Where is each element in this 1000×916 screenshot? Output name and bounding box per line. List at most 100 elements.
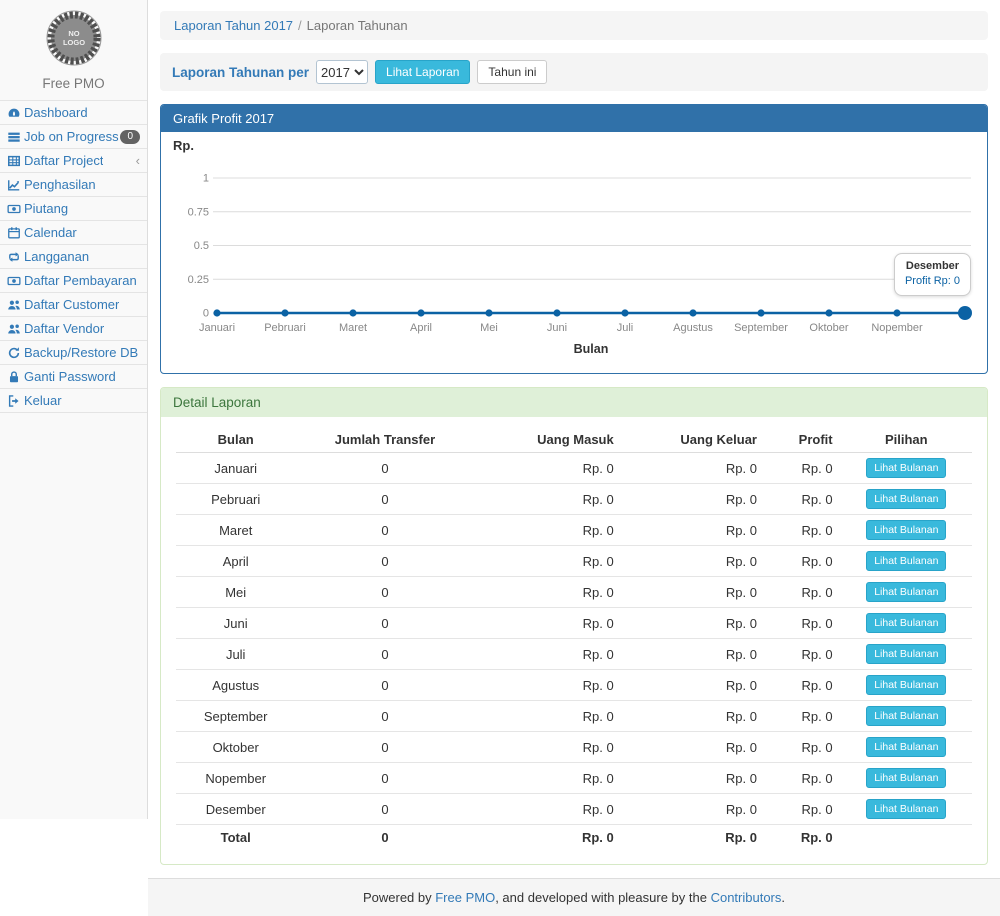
sidebar-item-keluar[interactable]: Keluar [0, 389, 147, 413]
cell-uang_keluar: Rp. 0 [622, 732, 765, 763]
sidebar-item-ganti-password[interactable]: Ganti Password [0, 365, 147, 389]
total-label: Total [176, 825, 295, 851]
sidebar-item-job-on-progress[interactable]: Job on Progress0 [0, 125, 147, 149]
profit-line-chart: 10.750.50.250JanuariPebruariMaretAprilMe… [169, 154, 979, 364]
sidebar-item-backup-restore-db[interactable]: Backup/Restore DB [0, 341, 147, 365]
sidebar-item-langganan[interactable]: Langganan [0, 245, 147, 269]
cell-profit: Rp. 0 [765, 763, 841, 794]
report-table: Bulan Jumlah Transfer Uang Masuk Uang Ke… [176, 427, 972, 850]
sidebar-item-label: Dashboard [24, 105, 88, 120]
cell-bulan: Maret [176, 515, 295, 546]
cell-pilihan: Lihat Bulanan [841, 670, 972, 701]
lihat-bulanan-button[interactable]: Lihat Bulanan [866, 737, 946, 757]
lock-icon [7, 369, 24, 384]
breadcrumb-link-laporan-tahun[interactable]: Laporan Tahun 2017 [174, 18, 293, 33]
table-row-nopember: Nopember0Rp. 0Rp. 0Rp. 0Lihat Bulanan [176, 763, 972, 794]
total-action-empty [841, 825, 972, 851]
chart-point-januari[interactable] [213, 309, 220, 316]
lihat-bulanan-button[interactable]: Lihat Bulanan [866, 613, 946, 633]
contributors-link[interactable]: Contributors [711, 890, 782, 905]
table-row-oktober: Oktober0Rp. 0Rp. 0Rp. 0Lihat Bulanan [176, 732, 972, 763]
total-profit: Rp. 0 [765, 825, 841, 851]
chart-tooltip: Desember Profit Rp: 0 [894, 253, 971, 296]
chart-y-axis-label: Rp. [169, 138, 979, 154]
cell-uang_keluar: Rp. 0 [622, 515, 765, 546]
sidebar-item-calendar[interactable]: Calendar [0, 221, 147, 245]
users-icon [7, 321, 24, 336]
x-tick-label: Agustus [673, 322, 713, 334]
profit-chart-panel: Grafik Profit 2017 Rp. 10.750.50.250Janu… [160, 104, 988, 374]
column-header-bulan: Bulan [176, 427, 295, 453]
footer-text-suffix: . [781, 890, 785, 905]
cell-uang_masuk: Rp. 0 [474, 515, 621, 546]
table-row-desember: Desember0Rp. 0Rp. 0Rp. 0Lihat Bulanan [176, 794, 972, 825]
chart-point-mei[interactable] [485, 309, 492, 316]
cell-pilihan: Lihat Bulanan [841, 484, 972, 515]
table-row-pebruari: Pebruari0Rp. 0Rp. 0Rp. 0Lihat Bulanan [176, 484, 972, 515]
cell-uang_keluar: Rp. 0 [622, 670, 765, 701]
chart-point-september[interactable] [757, 309, 764, 316]
cell-uang_masuk: Rp. 0 [474, 453, 621, 484]
lihat-laporan-button[interactable]: Lihat Laporan [375, 60, 470, 84]
chart-point-pebruari[interactable] [281, 309, 288, 316]
chart-point-juli[interactable] [621, 309, 628, 316]
chart-x-axis-label: Bulan [574, 342, 609, 356]
cell-profit: Rp. 0 [765, 546, 841, 577]
cell-profit: Rp. 0 [765, 577, 841, 608]
y-tick-label: 0.75 [188, 206, 209, 218]
lihat-bulanan-button[interactable]: Lihat Bulanan [866, 768, 946, 788]
y-tick-label: 0.5 [194, 240, 209, 252]
report-filter-bar: Laporan Tahunan per 2017 Lihat Laporan T… [160, 53, 988, 91]
cell-pilihan: Lihat Bulanan [841, 577, 972, 608]
lihat-bulanan-button[interactable]: Lihat Bulanan [866, 706, 946, 726]
chart-point-juni[interactable] [553, 309, 560, 316]
column-header-profit: Profit [765, 427, 841, 453]
sidebar-item-label: Daftar Vendor [24, 321, 104, 336]
cell-pilihan: Lihat Bulanan [841, 608, 972, 639]
table-row-januari: Januari0Rp. 0Rp. 0Rp. 0Lihat Bulanan [176, 453, 972, 484]
lihat-bulanan-button[interactable]: Lihat Bulanan [866, 551, 946, 571]
chart-point-maret[interactable] [349, 309, 356, 316]
sidebar-item-daftar-pembayaran[interactable]: Daftar Pembayaran [0, 269, 147, 293]
sidebar-item-daftar-customer[interactable]: Daftar Customer [0, 293, 147, 317]
sidebar-item-penghasilan[interactable]: Penghasilan [0, 173, 147, 197]
no-logo-image: NO LOGO [44, 8, 104, 68]
cell-jumlah_transfer: 0 [295, 794, 474, 825]
lihat-bulanan-button[interactable]: Lihat Bulanan [866, 582, 946, 602]
lihat-bulanan-button[interactable]: Lihat Bulanan [866, 489, 946, 509]
sidebar-item-label: Daftar Project [24, 153, 103, 168]
free-pmo-link[interactable]: Free PMO [435, 890, 495, 905]
sidebar-item-piutang[interactable]: Piutang [0, 197, 147, 221]
sidebar-item-daftar-vendor[interactable]: Daftar Vendor [0, 317, 147, 341]
chart-point-agustus[interactable] [689, 309, 696, 316]
chart-tooltip-value: Profit Rp: 0 [905, 274, 960, 289]
lihat-bulanan-button[interactable]: Lihat Bulanan [866, 644, 946, 664]
cell-pilihan: Lihat Bulanan [841, 701, 972, 732]
chart-point-april[interactable] [417, 309, 424, 316]
lihat-bulanan-button[interactable]: Lihat Bulanan [866, 675, 946, 695]
cell-bulan: Pebruari [176, 484, 295, 515]
table-row-juni: Juni0Rp. 0Rp. 0Rp. 0Lihat Bulanan [176, 608, 972, 639]
calendar-icon [7, 225, 24, 240]
lihat-bulanan-button[interactable]: Lihat Bulanan [866, 458, 946, 478]
cell-jumlah_transfer: 0 [295, 577, 474, 608]
chart-point-nopember[interactable] [893, 309, 900, 316]
footer-text-middle: , and developed with pleasure by the [495, 890, 710, 905]
chart-point-desember[interactable] [958, 306, 972, 320]
sidebar-item-dashboard[interactable]: Dashboard [0, 101, 147, 125]
lihat-bulanan-button[interactable]: Lihat Bulanan [866, 520, 946, 540]
lihat-bulanan-button[interactable]: Lihat Bulanan [866, 799, 946, 819]
y-tick-label: 1 [203, 173, 209, 185]
sidebar-item-label: Backup/Restore DB [24, 345, 138, 360]
tasks-icon [7, 129, 24, 144]
sidebar-item-daftar-project[interactable]: Daftar Project‹ [0, 149, 147, 173]
year-select[interactable]: 2017 [316, 60, 368, 84]
chart-point-oktober[interactable] [825, 309, 832, 316]
tahun-ini-button[interactable]: Tahun ini [477, 60, 547, 84]
cell-uang_keluar: Rp. 0 [622, 546, 765, 577]
sidebar-nav: Dashboard Job on Progress0Daftar Project‹… [0, 100, 147, 413]
filter-label: Laporan Tahunan per [172, 65, 309, 80]
cell-bulan: Agustus [176, 670, 295, 701]
y-tick-label: 0 [203, 308, 209, 320]
cell-bulan: Januari [176, 453, 295, 484]
